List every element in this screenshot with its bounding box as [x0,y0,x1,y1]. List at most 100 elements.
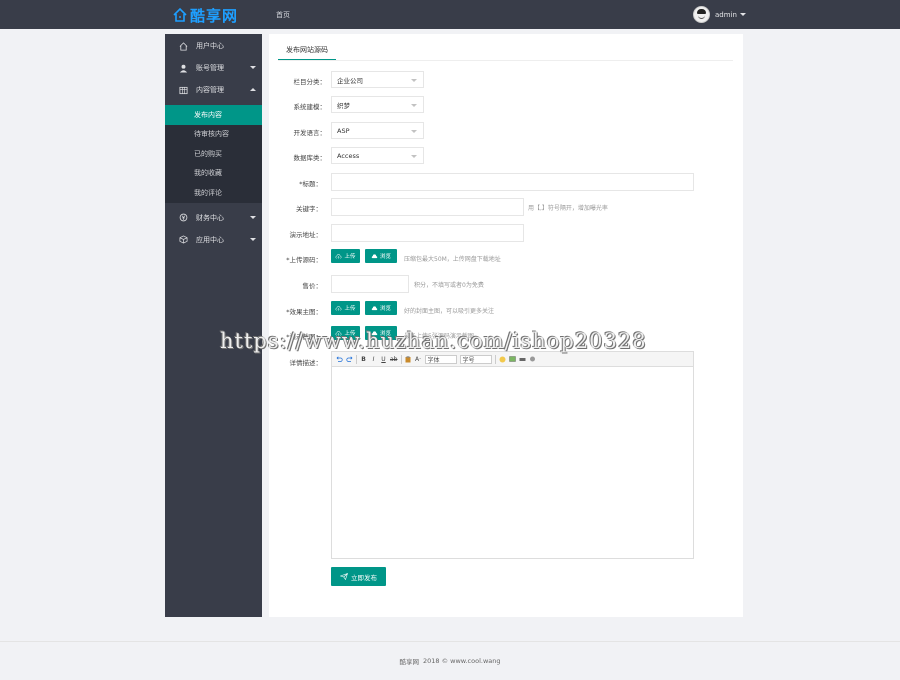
chevron-down-icon [739,13,746,16]
demo-label: 演示地址： [289,231,323,239]
underline-icon[interactable]: U [380,355,387,364]
button-label: 浏览 [379,306,391,312]
nav-home-link[interactable]: 首页 [276,10,290,20]
strikethrough-icon[interactable]: ab [390,355,398,364]
upload-cover-button[interactable]: 上传 [331,301,360,315]
language-value: ASP [337,126,350,135]
publish-button[interactable]: 立即发布 [331,567,386,586]
image-icon[interactable] [508,355,516,364]
title-label: *标题： [299,180,322,188]
home-icon [179,41,188,51]
upload-label: *上传源码： [286,256,322,264]
house-logo-icon [173,7,187,22]
price-hint: 积分，不填写或者0为免费 [414,282,484,289]
site-logo[interactable]: 酷享网 [172,6,239,25]
sidebar-subnav: 发布内容 待审核内容 已的购买 我的收藏 我的评论 [165,105,262,203]
finance-icon [179,213,188,222]
font-family-select[interactable]: 字体 [424,354,457,364]
footer-brand: 酷享网 [399,658,419,666]
undo-icon[interactable] [336,355,343,364]
button-label: 立即发布 [351,573,377,582]
paper-plane-icon [340,573,348,580]
price-input[interactable] [331,275,409,293]
price-label: 售价： [302,282,323,290]
sidebar-sub-publish[interactable]: 发布内容 [165,105,262,125]
sidebar-item-account[interactable]: 账号管理 [165,57,262,79]
footer: 酷享网 2018 © www.cool.wang [0,641,900,680]
browse-source-button[interactable]: 浏览 [365,249,397,263]
chevron-down-icon [250,215,256,219]
language-select[interactable]: ASP [331,122,424,139]
avatar [693,6,710,23]
editor-toolbar: B I U ab A· 字体 字号 [332,352,693,367]
sidebar-item-finance[interactable]: 财务中心 [165,207,262,229]
sidebar-sub-comments[interactable]: 我的评论 [165,183,262,203]
emoji-icon[interactable] [499,355,506,364]
link-icon[interactable] [519,355,526,364]
font-size-select[interactable]: 字号 [459,354,492,364]
keywords-input[interactable] [331,198,524,216]
sidebar: 用户中心 账号管理 内容管理 发布内容 待审核内容 已的购买 我的收藏 我的评论… [165,34,262,617]
upload-icon [336,305,342,311]
database-select[interactable]: Access [331,147,424,164]
cover-label: *效果主图： [286,308,322,316]
toolbar-separator [356,354,357,364]
sidebar-item-label: 财务中心 [196,213,224,222]
upload-hint: 压缩包最大50M，上传网盘下载地址 [404,256,501,263]
sidebar-sub-pending[interactable]: 待审核内容 [165,125,262,145]
table-icon [179,86,188,94]
chevron-down-icon [411,130,417,133]
user-icon [179,64,188,73]
upload-source-button[interactable]: 上传 [331,249,360,263]
category-label: 栏目分类： [293,78,327,86]
database-label: 数据库类： [293,154,327,162]
cube-icon [179,235,188,244]
system-select[interactable]: 织梦 [331,96,424,113]
paste-icon[interactable] [405,355,412,364]
toolbar-separator [400,354,402,364]
button-label: 浏览 [379,254,391,260]
category-select[interactable]: 企业公司 [331,71,424,88]
sidebar-item-user-center[interactable]: 用户中心 [165,35,262,57]
database-value: Access [337,151,360,160]
sidebar-sub-favorites[interactable]: 我的收藏 [165,164,262,184]
keywords-hint: 用【,】符号隔开，增加曝光率 [528,205,608,212]
sidebar-item-content[interactable]: 内容管理 [165,79,262,101]
tab-publish-source[interactable]: 发布网站源码 [278,41,336,61]
upload-icon [336,253,342,259]
rich-text-editor[interactable]: B I U ab A· 字体 字号 [331,351,694,559]
browse-cover-button[interactable]: 浏览 [365,301,397,315]
category-value: 企业公司 [337,76,363,85]
button-label: 上传 [344,254,356,260]
sidebar-item-label: 账号管理 [196,64,224,72]
code-icon[interactable] [529,355,536,364]
logo-text: 酷享网 [190,6,239,25]
chevron-down-icon [411,104,417,107]
chevron-down-icon [411,155,417,158]
top-bar [0,0,900,29]
italic-icon[interactable]: I [370,355,377,364]
cloud-icon [371,305,378,310]
keywords-label: 关键字： [296,205,322,213]
sidebar-sub-purchased[interactable]: 已的购买 [165,144,262,164]
sidebar-item-label: 应用中心 [196,235,224,244]
footer-copyright: 2018 © www.cool.wang [422,657,501,665]
sidebar-item-apps[interactable]: 应用中心 [165,229,262,251]
toolbar-separator [494,354,496,364]
username: admin [715,10,737,19]
font-color-icon[interactable]: A· [415,355,422,364]
tab-divider [278,60,733,61]
chevron-down-icon [411,79,417,82]
sidebar-item-label: 内容管理 [196,86,224,94]
title-input[interactable] [331,173,694,191]
bold-icon[interactable]: B [360,355,367,364]
chevron-down-icon [250,66,256,69]
redo-icon[interactable] [346,355,353,364]
watermark: https://www.huzhan.com/ishop20328 [220,329,647,353]
system-label: 系统建模： [293,103,327,111]
system-value: 织梦 [337,101,350,110]
button-label: 上传 [344,306,356,312]
demo-url-input[interactable] [331,224,524,242]
user-menu[interactable]: admin [693,6,746,23]
language-label: 开发语言： [293,129,327,137]
